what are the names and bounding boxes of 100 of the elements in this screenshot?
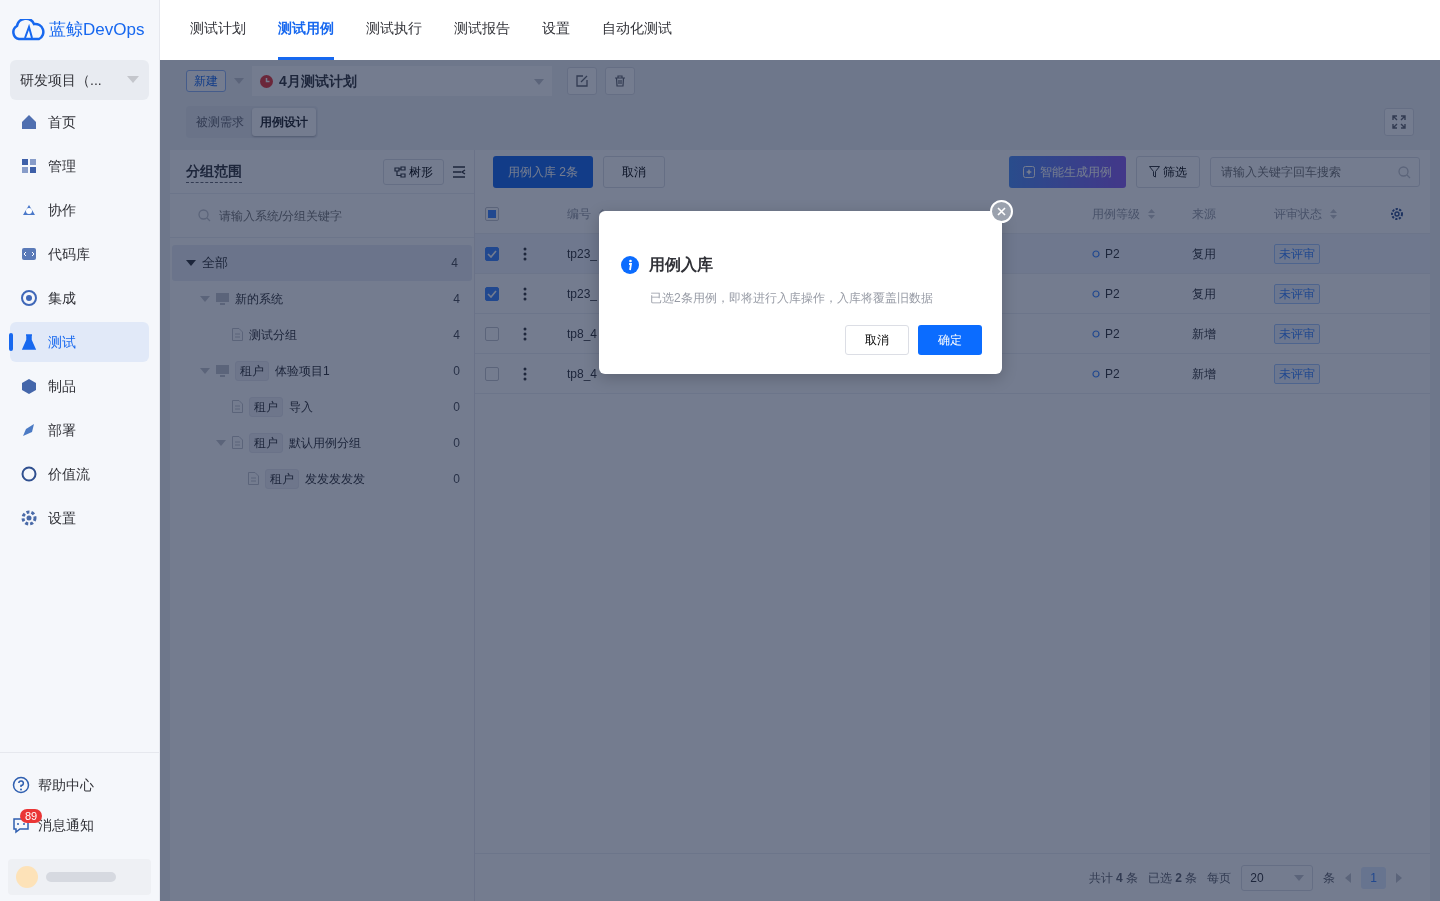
ring-icon	[1092, 329, 1100, 338]
select-all-checkbox[interactable]	[485, 206, 499, 221]
footer-label: 帮助中心	[38, 775, 94, 795]
nav-tab[interactable]: 测试执行	[366, 0, 422, 60]
dialog-message: 已选2条用例，即将进行入库操作，入库将覆盖旧数据	[650, 290, 934, 307]
node-count: 0	[453, 362, 460, 380]
case-id: tp23_	[567, 245, 598, 263]
fullscreen-button[interactable]	[1384, 108, 1414, 136]
cancel-button[interactable]: 取消	[845, 325, 909, 355]
target-icon	[20, 289, 38, 307]
sidebar-item[interactable]: 部署	[10, 410, 149, 450]
review-status-tag: 未评审	[1274, 323, 1320, 344]
trash-icon	[613, 75, 626, 87]
settings-icon	[20, 509, 38, 527]
caret-down-icon[interactable]	[186, 257, 196, 268]
filter-button[interactable]: 筛选	[1135, 156, 1200, 188]
row-checkbox[interactable]	[485, 366, 499, 381]
more-icon[interactable]	[523, 286, 527, 301]
row-checkbox[interactable]	[485, 246, 499, 261]
node-count: 4	[451, 254, 458, 272]
project-selector[interactable]: 研发项目（...	[10, 60, 149, 100]
cloud-logo-icon	[11, 19, 45, 41]
edit-icon	[575, 75, 588, 87]
tree-node[interactable]: 租户 默认用例分组 0	[170, 424, 474, 461]
prev-page-icon[interactable]	[1345, 872, 1352, 883]
sparkle-icon	[1022, 166, 1035, 178]
per-page-label: 每页	[1207, 869, 1232, 887]
sidebar-item[interactable]: 测试	[10, 322, 149, 362]
nav-tab[interactable]: 设置	[542, 0, 570, 60]
node-count: 0	[453, 434, 460, 452]
page-size-select[interactable]: 20	[1241, 864, 1314, 891]
tree-node[interactable]: 租户 发发发发发 0	[170, 460, 474, 497]
sidebar-item[interactable]: 首页	[10, 102, 149, 142]
node-count: 4	[453, 290, 460, 308]
collapse-icon[interactable]	[452, 165, 466, 178]
sidebar-item[interactable]: 集成	[10, 278, 149, 318]
sidebar-item[interactable]: 设置	[10, 498, 149, 538]
cancel-button[interactable]: 取消	[603, 156, 665, 188]
tree-node[interactable]: 新的系统 4	[170, 280, 474, 317]
confirm-button[interactable]: 确定	[918, 325, 982, 355]
tree-node[interactable]: 租户 导入 0	[170, 388, 474, 425]
caret-down-icon[interactable]	[216, 437, 226, 448]
tenant-tag: 租户	[265, 468, 299, 489]
caret-down-icon[interactable]	[200, 365, 210, 376]
node-count: 4	[453, 326, 460, 344]
case-id: tp8_4	[567, 325, 598, 343]
sub-tab[interactable]: 用例设计	[252, 108, 316, 136]
sidebar-item[interactable]: 管理	[10, 146, 149, 186]
tree-view-button[interactable]: 树形	[383, 158, 444, 185]
case-level: P2	[1105, 285, 1120, 303]
search-icon	[198, 209, 211, 222]
sidebar-item[interactable]: 价值流	[10, 454, 149, 494]
tree-icon	[394, 165, 406, 178]
sidebar-item[interactable]: 协作	[10, 190, 149, 230]
nav-tab[interactable]: 测试用例	[278, 0, 334, 60]
ring-icon	[1092, 369, 1100, 378]
review-status-tag: 未评审	[1274, 243, 1320, 264]
edit-button[interactable]	[566, 67, 597, 95]
node-label: 发发发发发	[305, 470, 365, 488]
nav-tab[interactable]: 测试报告	[454, 0, 510, 60]
tree-node[interactable]: 租户 体验项目1 0	[170, 352, 474, 389]
filter-icon	[1148, 166, 1160, 178]
node-label: 默认用例分组	[289, 434, 361, 452]
import-button[interactable]: 用例入库 2条	[493, 156, 593, 188]
document-icon	[232, 436, 243, 449]
node-label: 体验项目1	[275, 362, 330, 380]
user-card[interactable]	[8, 859, 151, 895]
caret-down-icon[interactable]	[200, 293, 210, 304]
sidebar-footer-item[interactable]: 帮助中心	[0, 765, 159, 805]
case-level: P2	[1105, 325, 1120, 343]
tenant-tag: 租户	[249, 396, 283, 417]
case-id: tp23_	[567, 285, 598, 303]
plan-selector[interactable]: 4月测试计划	[252, 66, 552, 96]
new-button[interactable]: 新建	[186, 70, 226, 92]
nav-tab[interactable]: 自动化测试	[602, 0, 672, 60]
case-level: P2	[1105, 245, 1120, 263]
row-checkbox[interactable]	[485, 326, 499, 341]
document-icon	[248, 472, 259, 485]
tree-node[interactable]: 全部 4	[172, 244, 472, 281]
info-icon	[621, 256, 639, 274]
settings-icon[interactable]	[1390, 206, 1404, 221]
brand-name: 蓝鲸DevOps	[49, 19, 145, 42]
review-status-tag: 未评审	[1274, 283, 1320, 304]
delete-button[interactable]	[604, 67, 635, 95]
sidebar-item[interactable]: 制品	[10, 366, 149, 406]
tenant-tag: 租户	[249, 432, 283, 453]
sidebar-item[interactable]: 代码库	[10, 234, 149, 274]
help-icon	[12, 776, 30, 794]
caret-icon	[534, 78, 544, 85]
row-checkbox[interactable]	[485, 286, 499, 301]
tree-node[interactable]: 测试分组 4	[170, 316, 474, 353]
nav-tab[interactable]: 测试计划	[190, 0, 246, 60]
search-icon	[1398, 165, 1411, 179]
more-icon[interactable]	[523, 366, 527, 381]
fullscreen-icon[interactable]	[1392, 115, 1406, 129]
more-icon[interactable]	[523, 326, 527, 341]
page-size-value: 20	[1250, 869, 1264, 887]
more-icon[interactable]	[523, 246, 527, 261]
case-level: P2	[1105, 365, 1120, 383]
next-page-icon[interactable]	[1396, 872, 1402, 883]
